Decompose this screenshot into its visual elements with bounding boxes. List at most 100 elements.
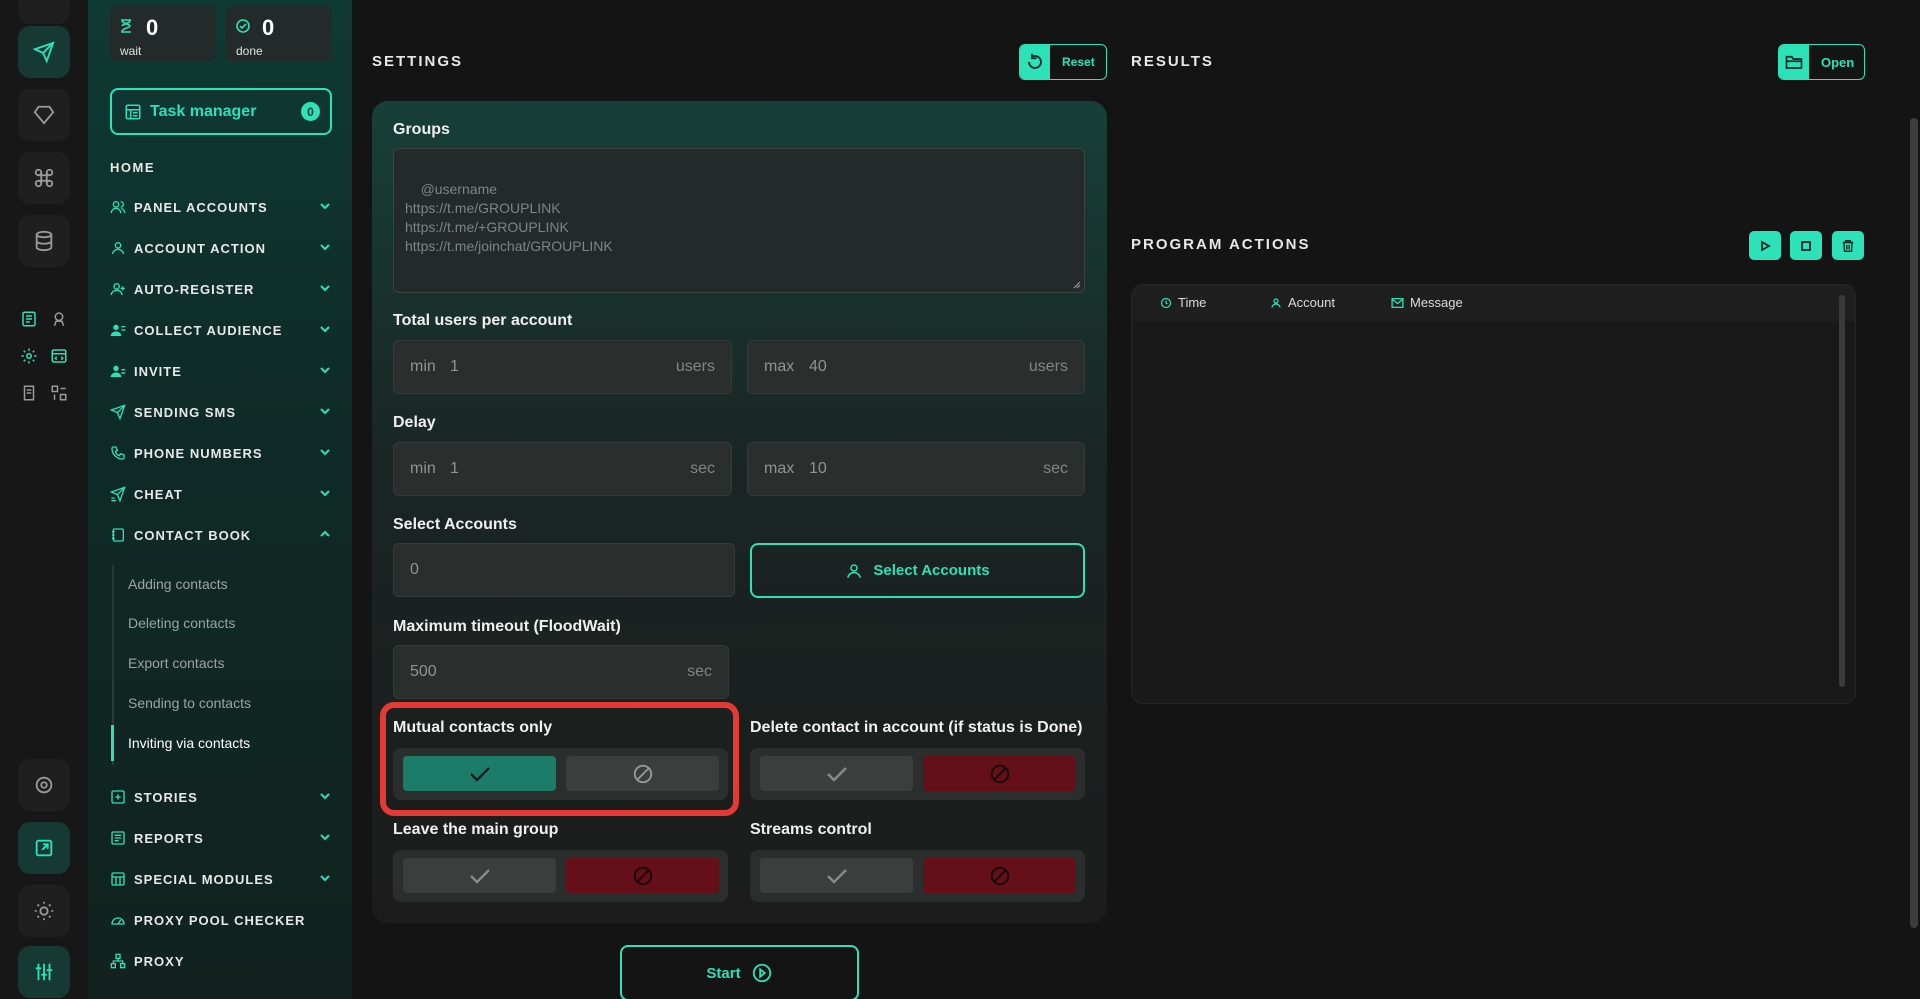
streams-control-toggle	[750, 850, 1085, 902]
done-counter: 0 done	[226, 5, 332, 62]
settings-title: SETTINGS	[372, 53, 464, 70]
start-button[interactable]: Start	[620, 945, 859, 999]
reset-button[interactable]: Reset	[1019, 44, 1107, 80]
nav-special-modules[interactable]: SPECIAL MODULES	[110, 866, 332, 892]
user-icon	[1271, 297, 1281, 308]
leave-no-button[interactable]	[566, 858, 719, 893]
streams-yes-button[interactable]	[760, 858, 913, 893]
task-manager-button[interactable]: Task manager 0	[110, 88, 332, 135]
column-account-label: Account	[1288, 295, 1335, 310]
submenu-adding-contacts[interactable]: Adding contacts	[128, 576, 228, 592]
delay-max-input[interactable]: max 10 sec	[747, 442, 1085, 496]
document-icon[interactable]	[17, 381, 41, 405]
submenu-export-contacts[interactable]: Export contacts	[128, 655, 225, 671]
submenu-sending-to-contacts[interactable]: Sending to contacts	[128, 695, 251, 711]
leave-yes-button[interactable]	[403, 858, 556, 893]
rail-send-button[interactable]	[18, 26, 70, 78]
nav-sending-sms[interactable]: SENDING SMS	[110, 399, 332, 425]
resize-handle-icon[interactable]	[1071, 279, 1081, 289]
nav-proxy-pool-checker[interactable]: PROXY POOL CHECKER	[110, 907, 332, 933]
program-actions-title: PROGRAM ACTIONS	[1131, 236, 1311, 253]
nav-label: PANEL ACCOUNTS	[134, 199, 268, 215]
check-icon	[826, 766, 847, 782]
nav-contact-book[interactable]: CONTACT BOOK	[110, 522, 332, 548]
rail-top-button[interactable]	[18, 0, 70, 24]
clock-icon	[1160, 297, 1172, 308]
nav-reports[interactable]: REPORTS	[110, 825, 332, 851]
play-circle-icon	[752, 963, 771, 983]
list-icon[interactable]	[17, 307, 41, 331]
rail-settings-button[interactable]	[18, 759, 70, 811]
nav-phone-numbers[interactable]: PHONE NUMBERS	[110, 440, 332, 466]
reset-icon-box	[1020, 45, 1050, 79]
rail-diamond-button[interactable]	[18, 89, 70, 141]
user-list-icon	[110, 324, 126, 336]
nav-stories[interactable]: STORIES	[110, 784, 332, 810]
users-label: Total users per account	[393, 312, 573, 329]
stop-button[interactable]	[1790, 231, 1822, 260]
send-icon	[33, 41, 55, 63]
nav-proxy[interactable]: PROXY	[110, 948, 332, 974]
streams-no-button[interactable]	[923, 858, 1076, 893]
delete-no-button[interactable]	[923, 756, 1076, 791]
accounts-count-input[interactable]: 0	[393, 543, 735, 597]
database-icon	[35, 230, 53, 252]
check-circle-icon	[236, 19, 250, 33]
wait-count: 0	[146, 15, 159, 40]
nav-label: CONTACT BOOK	[134, 527, 252, 543]
code-window-icon[interactable]	[47, 344, 71, 368]
max-prefix: max	[764, 358, 795, 375]
open-label: Open	[1821, 54, 1855, 70]
book-icon	[112, 528, 124, 542]
rail-theme-button[interactable]	[18, 885, 70, 937]
open-button[interactable]: Open	[1778, 44, 1865, 80]
nav-invite[interactable]: INVITE	[110, 358, 332, 384]
gear-icon	[35, 776, 53, 794]
select-accounts-button[interactable]: Select Accounts	[750, 543, 1085, 598]
submenu-deleting-contacts[interactable]: Deleting contacts	[128, 615, 235, 631]
page-scrollbar[interactable]	[1910, 118, 1918, 928]
user-badge-icon[interactable]	[47, 307, 71, 331]
nav-panel-accounts[interactable]: PANEL ACCOUNTS	[110, 194, 332, 220]
users-max-input[interactable]: max 40 users	[747, 340, 1085, 394]
nav-collect-audience[interactable]: COLLECT AUDIENCE	[110, 317, 332, 343]
settings-cog-icon[interactable]	[17, 344, 41, 368]
timeout-unit: sec	[687, 663, 712, 680]
program-actions-log[interactable]: Time Account Message	[1131, 284, 1856, 704]
play-button[interactable]	[1749, 231, 1781, 260]
grid-icon[interactable]	[47, 381, 71, 405]
delay-min-value: 1	[450, 460, 459, 477]
delete-yes-button[interactable]	[760, 756, 913, 791]
submenu-active-indicator	[111, 725, 114, 761]
rail-database-button[interactable]	[18, 215, 70, 267]
users-min-input[interactable]: min 1 users	[393, 340, 732, 394]
timeout-input[interactable]: 500 sec	[393, 645, 729, 699]
nav-home[interactable]: HOME	[110, 160, 155, 175]
rail-command-button[interactable]	[18, 152, 70, 204]
done-label: done	[236, 44, 263, 58]
log-scrollbar[interactable]	[1839, 295, 1845, 687]
submenu-inviting-via-contacts[interactable]: Inviting via contacts	[128, 735, 250, 751]
trash-icon	[1842, 239, 1854, 252]
report-icon	[111, 831, 125, 845]
column-time-label: Time	[1178, 295, 1207, 310]
nav-label: STORIES	[134, 789, 198, 805]
highlight-box	[380, 702, 739, 816]
nav-cheat[interactable]: CHEAT	[110, 481, 332, 507]
chevron-down-icon	[320, 875, 330, 882]
delay-min-input[interactable]: min 1 sec	[393, 442, 732, 496]
nav-auto-register[interactable]: AUTO-REGISTER	[110, 276, 332, 302]
rail-external-button[interactable]	[18, 822, 70, 874]
gauge-icon	[111, 917, 125, 925]
nav-label: AUTO-REGISTER	[134, 281, 255, 297]
chevron-down-icon	[320, 285, 330, 292]
groups-textarea[interactable]: @username https://t.me/GROUPLINK https:/…	[393, 148, 1085, 293]
nav-label: SENDING SMS	[134, 404, 237, 420]
start-label: Start	[706, 964, 741, 982]
column-message[interactable]: Message	[1391, 295, 1463, 310]
clear-log-button[interactable]	[1832, 231, 1864, 260]
column-time[interactable]: Time	[1160, 295, 1206, 310]
nav-account-action[interactable]: ACCOUNT ACTION	[110, 235, 332, 261]
column-account[interactable]: Account	[1270, 295, 1335, 310]
rail-sliders-button[interactable]	[18, 946, 70, 998]
